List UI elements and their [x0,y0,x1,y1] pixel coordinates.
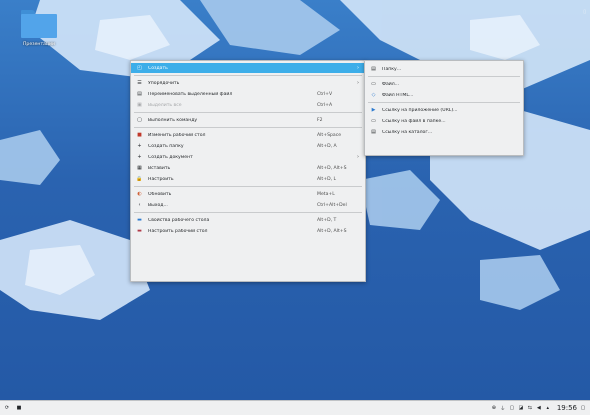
menu-item-shortcut: Alt+D, Alt+S [317,165,347,171]
link-dir-icon: ▤ [371,129,376,135]
configure-icon: ▬ [137,228,142,234]
menu-item-shortcut: F2 [317,117,323,123]
link-app-icon: ▶ [371,107,376,113]
menu-separator [368,102,520,103]
submenu-item-label: Ссылку на каталог... [382,129,433,135]
connection-icon[interactable]: ⇆ [527,405,533,411]
expand-tray-icon[interactable]: ▴ [545,405,551,411]
menu-item-rename[interactable]: ▤ Переименовать выделенный файл Ctrl+V [131,89,365,99]
desktop-toolbox-icon[interactable]: ▯ [583,9,586,15]
context-menu: ◰ Создать › ☰ Упорядочить › ▤ Переименов… [130,60,366,282]
menu-item-paste[interactable]: ▦ Вставить Alt+D, Alt+S [131,163,365,173]
menu-item-label: Вставить [148,165,171,171]
menu-item-label: Упорядочить [148,80,180,86]
create-submenu: ▤ Папку... ▭ Файл... ◇ Файл HTML... ▶ Сс… [364,60,524,156]
desktop-folder[interactable]: Презентации [10,10,68,47]
submenu-item-link-app[interactable]: ▶ Ссылку на приложение (URL)... [365,105,523,115]
menu-separator [368,76,520,77]
menu-item-refresh[interactable]: ◐ Обновить Meta+L [131,189,365,199]
submenu-item-html[interactable]: ◇ Файл HTML... [365,90,523,100]
folder-new-icon: ▤ [371,66,376,72]
paste-icon: ▦ [137,165,142,171]
menu-item-create-folder[interactable]: + Создать папку Alt+D, A [131,141,365,151]
show-desktop-icon[interactable]: ▢ [580,405,586,411]
menu-item-label: Выделить все [148,102,182,108]
link-file-icon: ▭ [371,118,376,124]
submenu-item-label: Ссылку на приложение (URL)... [382,107,458,113]
app-launcher-icon[interactable]: ⟳ [4,405,10,411]
desktop-icon: ■ [137,132,142,138]
clipboard-icon[interactable]: ▢ [509,405,515,411]
menu-item-label: Свойства рабочего стола [148,217,210,223]
sort-icon: ☰ [137,80,142,86]
menu-item-label: Выход... [148,202,168,208]
lock-icon: 🔒 [136,176,143,182]
menu-item-shortcut: Alt+Space [317,132,342,138]
menu-item-label: Создать папку [148,143,184,149]
menu-item-shortcut: Alt+D, L [317,176,337,182]
usb-icon[interactable]: ⏚ [500,405,506,412]
pager-icon[interactable]: ■ [16,405,22,411]
rename-icon: ▤ [137,91,142,97]
menu-item-shortcut: Ctrl+V [317,91,333,97]
submenu-item-label: Файл HTML... [382,92,414,98]
submenu-item-label: Папку... [382,66,402,72]
menu-item-configure-desktop[interactable]: ▬ Настроить рабочий стол Alt+D, Alt+S [131,226,365,236]
menu-separator [134,186,362,187]
add-icon: + [137,143,142,149]
menu-item-run-command[interactable]: ▢ Выполнить команду F2 [131,115,365,125]
properties-icon: ▬ [137,217,142,223]
exit-icon: ‹ [138,202,141,208]
menu-separator [134,112,362,113]
menu-item-label: Обновить [148,191,172,197]
menu-item-label: Выполнить команду [148,117,198,123]
menu-separator [134,212,362,213]
new-icon: ◰ [137,65,142,71]
volume-icon[interactable]: ◀ [536,405,542,411]
menu-item-create[interactable]: ◰ Создать › [131,63,365,73]
menu-item-shortcut: Ctrl+Alt+Del [317,202,347,208]
menu-item-label: Создать [148,65,168,71]
submenu-item-label: Ссылку на файл в папке... [382,118,446,124]
file-icon: ▭ [371,81,376,87]
menu-item-select-all[interactable]: ▣ Выделить все Ctrl+A [131,100,365,110]
menu-item-shortcut: Alt+D, Alt+S [317,228,347,234]
submenu-item-file[interactable]: ▭ Файл... [365,79,523,89]
menu-item-shortcut: Alt+D, A [317,143,337,149]
clock[interactable]: 19:56 [557,404,577,412]
menu-item-label: Изменить рабочий стол [148,132,206,138]
display-icon[interactable]: ◪ [518,405,524,411]
menu-item-label: Настроить [148,176,174,182]
menu-item-label: Настроить рабочий стол [148,228,208,234]
menu-item-label: Создать документ [148,154,193,160]
taskbar: ⟳ ■ ⊕ ⏚ ▢ ◪ ⇆ ◀ ▴ 19:56 ▢ [0,400,590,415]
submenu-item-link-dir[interactable]: ▤ Ссылку на каталог... [365,127,523,137]
network-icon[interactable]: ⊕ [491,405,497,411]
menu-item-shortcut: Meta+L [317,191,335,197]
command-icon: ▢ [137,117,142,123]
menu-item-sort[interactable]: ☰ Упорядочить › [131,78,365,88]
select-all-icon: ▣ [137,102,142,108]
menu-item-shortcut: Alt+D, T [317,217,337,223]
menu-item-exit[interactable]: ‹ Выход... Ctrl+Alt+Del [131,200,365,210]
folder-icon [21,10,57,38]
add-doc-icon: + [137,154,142,160]
submenu-item-folder[interactable]: ▤ Папку... [365,64,523,74]
folder-label: Презентации [22,42,56,47]
refresh-icon: ◐ [137,191,142,197]
menu-item-desktop-properties[interactable]: ▬ Свойства рабочего стола Alt+D, T [131,215,365,225]
submenu-item-link-file[interactable]: ▭ Ссылку на файл в папке... [365,116,523,126]
menu-item-configure[interactable]: 🔒 Настроить Alt+D, L [131,174,365,184]
menu-separator [134,127,362,128]
menu-item-edit-desktop[interactable]: ■ Изменить рабочий стол Alt+Space [131,130,365,140]
menu-item-create-document[interactable]: + Создать документ › [131,152,365,162]
menu-item-label: Переименовать выделенный файл [148,91,233,97]
submenu-item-label: Файл... [382,81,400,87]
html-icon: ◇ [371,92,376,98]
menu-separator [134,75,362,76]
menu-item-shortcut: Ctrl+A [317,102,333,108]
